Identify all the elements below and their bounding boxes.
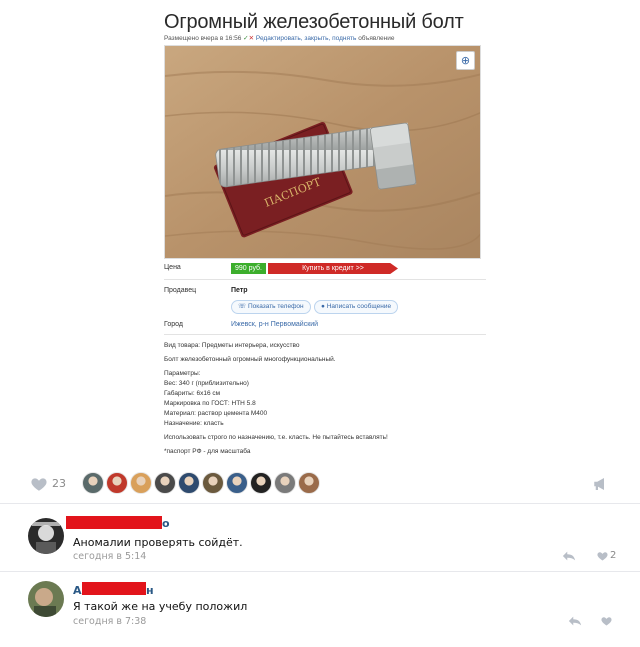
megaphone-icon[interactable] — [592, 475, 610, 493]
desc-line: Материал: раствор цемента М400 — [164, 410, 268, 417]
comment-text: Я такой же на учебу положил — [73, 600, 248, 613]
liker-avatar[interactable] — [250, 472, 272, 494]
desc-line: Назначение: класть — [164, 420, 224, 427]
divider — [164, 334, 486, 335]
listing-screenshot: Огромный железобетонный болт Размещено в… — [0, 0, 640, 462]
comment-time[interactable]: сегодня в 5:14 — [73, 551, 146, 562]
comment-author[interactable]: о — [162, 517, 170, 530]
comment-text: Аномалии проверять сойдёт. — [73, 536, 243, 549]
avatar[interactable] — [28, 518, 64, 554]
listing-meta: Размещено вчера в 16:56 ✓✕ Редактировать… — [164, 34, 394, 42]
phone-icon: ☏ — [238, 303, 248, 310]
liker-avatar[interactable] — [178, 472, 200, 494]
seller-label: Продавец — [164, 287, 197, 294]
desc-line: Маркировка по ГОСТ: НТН 5.8 — [164, 400, 256, 407]
desc-line: Вес: 340 г (приблизительно) — [164, 380, 249, 387]
desc-line: Параметры: — [164, 370, 201, 377]
divider — [0, 503, 640, 504]
liker-avatar[interactable] — [106, 472, 128, 494]
seller-name: Петр — [231, 287, 248, 294]
reply-icon[interactable] — [568, 615, 582, 627]
liker-avatar[interactable] — [202, 472, 224, 494]
show-phone-label: Показать телефон — [247, 303, 304, 310]
heart-icon[interactable] — [596, 550, 609, 562]
write-message-button[interactable]: ● Написать сообщение — [314, 300, 399, 314]
comment-author-end[interactable]: н — [146, 584, 154, 597]
heart-icon[interactable] — [600, 615, 613, 627]
redacted-author-name — [82, 582, 146, 595]
desc-line: Использовать строго по назначению, т.е. … — [164, 434, 388, 441]
comment-author-start[interactable]: А — [73, 584, 82, 597]
desc-line: *паспорт РФ - для масштаба — [164, 448, 251, 455]
meta-suffix: объявление — [358, 35, 395, 42]
price-badge: 990 руб. — [231, 263, 266, 274]
show-phone-button[interactable]: ☏ Показать телефон — [231, 300, 311, 314]
listing-title: Огромный железобетонный болт — [164, 11, 464, 33]
desc-line: Габариты: 6х16 см — [164, 390, 221, 397]
liker-avatar[interactable] — [226, 472, 248, 494]
avatar[interactable] — [28, 581, 64, 617]
desc-line: Болт железобетонный огромный многофункци… — [164, 356, 336, 363]
comment: о Аномалии проверять сойдёт. сегодня в 5… — [0, 505, 640, 571]
close-icon: ✕ — [248, 35, 256, 42]
post-actions: 23 — [0, 466, 640, 502]
divider — [164, 279, 486, 280]
posted-time: Размещено вчера в 16:56 — [164, 35, 242, 42]
heart-icon[interactable] — [30, 475, 48, 493]
comment-time[interactable]: сегодня в 7:38 — [73, 616, 146, 627]
desc-line: Вид товара: Предметы интерьера, искусств… — [164, 342, 300, 349]
liker-avatar[interactable] — [154, 472, 176, 494]
write-message-label: Написать сообщение — [326, 303, 392, 310]
price-label: Цена — [164, 264, 181, 271]
redacted-author-name — [66, 516, 162, 529]
comment: А н Я такой же на учебу положил сегодня … — [0, 572, 640, 647]
listing-photo[interactable]: ПАСПОРТ — [164, 45, 481, 259]
like-count: 23 — [52, 477, 66, 490]
likers-list[interactable] — [82, 472, 320, 494]
liker-avatar[interactable] — [274, 472, 296, 494]
buy-credit-button[interactable]: Купить в кредит >> — [268, 263, 398, 274]
liker-avatar[interactable] — [298, 472, 320, 494]
comment-like-count: 2 — [610, 550, 617, 561]
city-label: Город — [164, 321, 183, 328]
edit-link[interactable]: Редактировать, закрыть, поднять — [256, 35, 356, 42]
liker-avatar[interactable] — [130, 472, 152, 494]
zoom-icon[interactable]: ⊕ — [456, 51, 475, 70]
liker-avatar[interactable] — [82, 472, 104, 494]
reply-icon[interactable] — [562, 550, 576, 562]
city-link[interactable]: Ижевск, р-н Первомайский — [231, 321, 318, 328]
